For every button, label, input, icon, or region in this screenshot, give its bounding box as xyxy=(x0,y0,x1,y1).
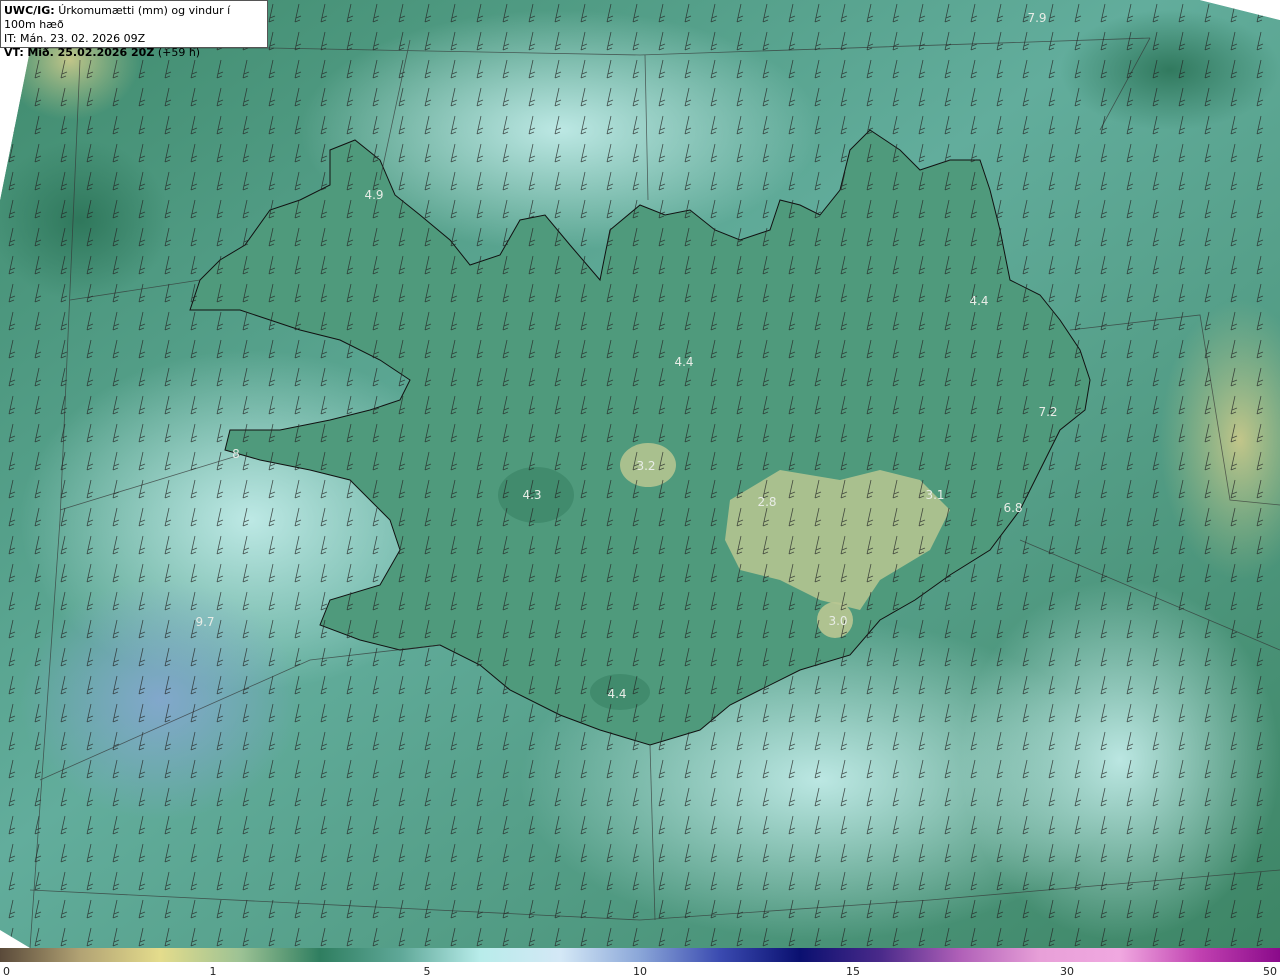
info-box: UWC/IG: Úrkomumætti (mm) og vindur í 100… xyxy=(0,0,268,59)
precip-value-label: 9.7 xyxy=(195,615,214,629)
it-label: IT: xyxy=(4,32,17,45)
precip-value-label: 3.1 xyxy=(925,488,944,502)
wind-barbs xyxy=(0,0,1280,948)
precip-value-label: 3.2 xyxy=(636,459,655,473)
precip-value-label: 4.3 xyxy=(522,488,541,502)
weather-map: 7.9 4.9 4.4 4.4 7.2 3.2 4.3 2.8 3.1 6.8 3.0 4.4 8 9.7 xyxy=(0,0,1280,948)
precip-value-label: 7.9 xyxy=(1027,11,1046,25)
forecast-offset: (+59 h) xyxy=(157,46,201,59)
precip-value-label: 4.4 xyxy=(674,355,693,369)
precip-value-label: 4.4 xyxy=(607,687,626,701)
title-line: UWC/IG: Úrkomumætti (mm) og vindur í 100… xyxy=(4,4,264,32)
legend-tick-label: 1 xyxy=(209,965,217,978)
legend-tick-label: 30 xyxy=(1060,965,1074,978)
precip-value-label: 4.4 xyxy=(969,294,988,308)
legend-tick-label: 15 xyxy=(846,965,860,978)
init-time-line: IT: Mán. 23. 02. 2026 09Z xyxy=(4,32,264,46)
precip-value-label: 7.2 xyxy=(1038,405,1057,419)
legend-tick-label: 10 xyxy=(633,965,647,978)
precip-value-label: 2.8 xyxy=(757,495,776,509)
model-name: UWC/IG: xyxy=(4,4,55,17)
valid-time-line: VT: Mið. 25.02.2026 20Z (+59 h) xyxy=(4,46,264,60)
legend-tick-label: 0 xyxy=(3,965,10,978)
legend-colorbar xyxy=(0,948,1280,962)
color-legend: 0 1 5 10 15 30 50 xyxy=(0,948,1280,978)
legend-tick-label: 5 xyxy=(423,965,431,978)
precip-value-label: 4.9 xyxy=(364,188,383,202)
vt-label: VT: xyxy=(4,46,24,59)
precip-value-label: 8 xyxy=(232,447,240,461)
precip-value-label: 3.0 xyxy=(828,614,847,628)
legend-tick-label: 50 xyxy=(1263,965,1277,978)
valid-time: Mið. 25.02.2026 20Z xyxy=(27,46,155,59)
init-time: Mán. 23. 02. 2026 09Z xyxy=(19,32,146,45)
precip-value-label: 6.8 xyxy=(1003,501,1022,515)
